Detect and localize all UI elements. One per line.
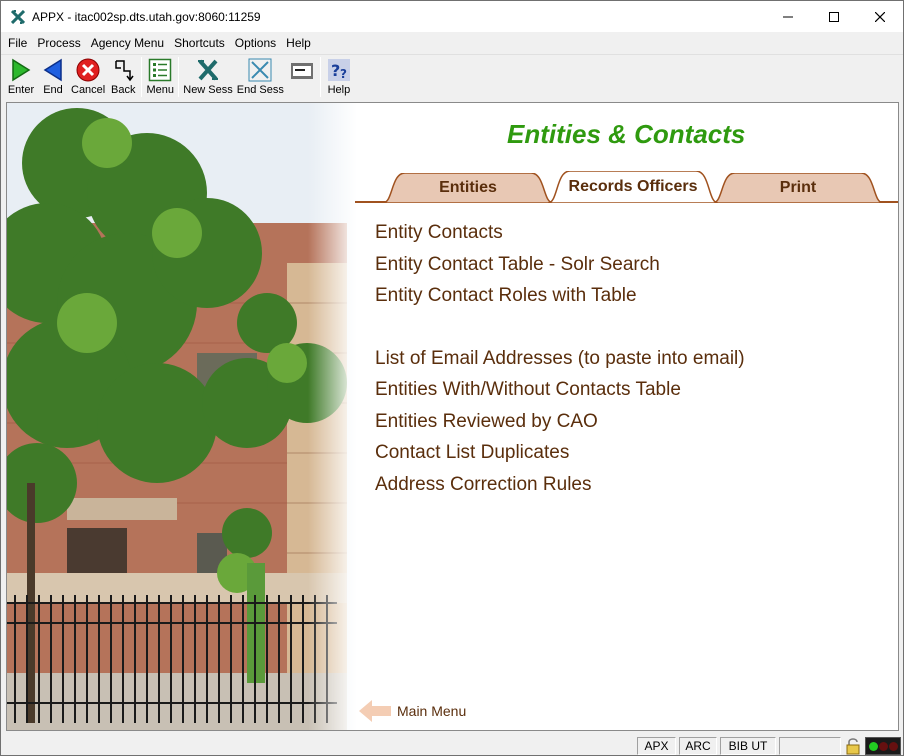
green-light-icon bbox=[868, 741, 878, 751]
minimize-button[interactable] bbox=[765, 1, 811, 32]
help-icon: ?? bbox=[326, 57, 352, 83]
title-bar: APPX - itac002sp.dts.utah.gov:8060:11259 bbox=[1, 1, 903, 32]
tab-records-officers[interactable]: Records Officers bbox=[548, 171, 718, 203]
new-session-button[interactable]: New Sess bbox=[181, 57, 235, 97]
minimize-icon bbox=[783, 16, 793, 17]
link-entity-contact-roles[interactable]: Entity Contact Roles with Table bbox=[375, 280, 745, 312]
end-button[interactable]: End bbox=[37, 57, 69, 97]
menu-label: Menu bbox=[146, 84, 175, 96]
menu-links: Entity Contacts Entity Contact Table - S… bbox=[375, 217, 745, 500]
end-session-icon bbox=[247, 57, 273, 83]
building-photo bbox=[7, 103, 357, 730]
main-menu-link[interactable]: Main Menu bbox=[359, 700, 466, 722]
maximize-icon bbox=[829, 11, 839, 22]
help-button[interactable]: ?? Help bbox=[323, 57, 355, 97]
menu-process[interactable]: Process bbox=[32, 33, 85, 53]
link-entities-with-without-contacts[interactable]: Entities With/Without Contacts Table bbox=[375, 374, 745, 406]
close-button[interactable] bbox=[857, 1, 903, 32]
end-label: End bbox=[43, 84, 63, 96]
status-bib-ut: BIB UT bbox=[720, 737, 776, 755]
back-arrow-icon bbox=[40, 57, 66, 83]
link-entity-contacts[interactable]: Entity Contacts bbox=[375, 217, 745, 249]
return-icon bbox=[110, 57, 136, 83]
play-icon bbox=[8, 57, 34, 83]
lock-icon bbox=[844, 737, 862, 755]
tab-print-label: Print bbox=[779, 179, 817, 196]
svg-text:?: ? bbox=[331, 61, 340, 80]
menu-file[interactable]: File bbox=[3, 33, 32, 53]
menu-options[interactable]: Options bbox=[230, 33, 281, 53]
app-window: APPX - itac002sp.dts.utah.gov:8060:11259… bbox=[0, 0, 904, 756]
toolbar-separator bbox=[141, 57, 143, 97]
list-icon bbox=[147, 57, 173, 83]
connection-lights-icon bbox=[865, 737, 901, 755]
new-sess-label: New Sess bbox=[183, 84, 233, 96]
status-apx: APX bbox=[637, 737, 676, 755]
svg-text:?: ? bbox=[340, 67, 347, 81]
menu-button[interactable]: Menu bbox=[144, 57, 176, 97]
status-bar: APX ARC BIB UT bbox=[1, 735, 903, 755]
menu-help[interactable]: Help bbox=[281, 33, 316, 53]
red-light-icon bbox=[878, 741, 888, 751]
red-light-icon bbox=[888, 741, 898, 751]
id-card-icon bbox=[289, 57, 315, 83]
left-arrow-icon bbox=[359, 700, 391, 722]
enter-label: Enter bbox=[7, 84, 35, 96]
link-entities-reviewed-by-cao[interactable]: Entities Reviewed by CAO bbox=[375, 406, 745, 438]
tab-bar: Entities Print Records Officers bbox=[355, 169, 898, 203]
link-list-email-addresses[interactable]: List of Email Addresses (to paste into e… bbox=[375, 343, 745, 375]
cancel-label: Cancel bbox=[71, 84, 106, 96]
page-title: Entities & Contacts bbox=[507, 119, 746, 149]
cancel-icon bbox=[75, 57, 101, 83]
help-label: Help bbox=[327, 84, 351, 96]
appx-logo-icon bbox=[10, 9, 26, 25]
tab-entities-label: Entities bbox=[439, 179, 497, 196]
status-arc: ARC bbox=[679, 737, 717, 755]
toolbar-separator bbox=[178, 57, 180, 97]
link-address-correction-rules[interactable]: Address Correction Rules bbox=[375, 469, 745, 501]
back-button[interactable]: Back bbox=[107, 57, 139, 97]
main-menu-label: Main Menu bbox=[397, 703, 467, 719]
back-label: Back bbox=[111, 84, 136, 96]
close-icon bbox=[875, 11, 885, 22]
end-session-button[interactable]: End Sess bbox=[235, 57, 286, 97]
tab-records-officers-label: Records Officers bbox=[568, 178, 698, 195]
tab-print[interactable]: Print bbox=[713, 173, 883, 203]
card-button[interactable] bbox=[286, 57, 318, 84]
toolbar: Enter End Cancel Back Menu New Sess End … bbox=[1, 54, 903, 98]
link-contact-list-duplicates[interactable]: Contact List Duplicates bbox=[375, 437, 745, 469]
window-title: APPX - itac002sp.dts.utah.gov:8060:11259 bbox=[32, 9, 261, 24]
menu-agency-menu[interactable]: Agency Menu bbox=[86, 33, 169, 53]
enter-button[interactable]: Enter bbox=[5, 57, 37, 97]
maximize-button[interactable] bbox=[811, 1, 857, 32]
status-empty bbox=[779, 737, 841, 755]
tab-entities[interactable]: Entities bbox=[383, 173, 553, 203]
content-area: Entities & Contacts Entities Print Recor… bbox=[6, 102, 899, 731]
end-sess-label: End Sess bbox=[236, 84, 284, 96]
menu-bar: File Process Agency Menu Shortcuts Optio… bbox=[1, 32, 903, 54]
cancel-button[interactable]: Cancel bbox=[69, 57, 107, 97]
link-entity-contact-table-solr[interactable]: Entity Contact Table - Solr Search bbox=[375, 249, 745, 281]
toolbar-separator bbox=[319, 57, 321, 97]
menu-shortcuts[interactable]: Shortcuts bbox=[169, 33, 230, 53]
new-session-icon bbox=[195, 57, 221, 83]
